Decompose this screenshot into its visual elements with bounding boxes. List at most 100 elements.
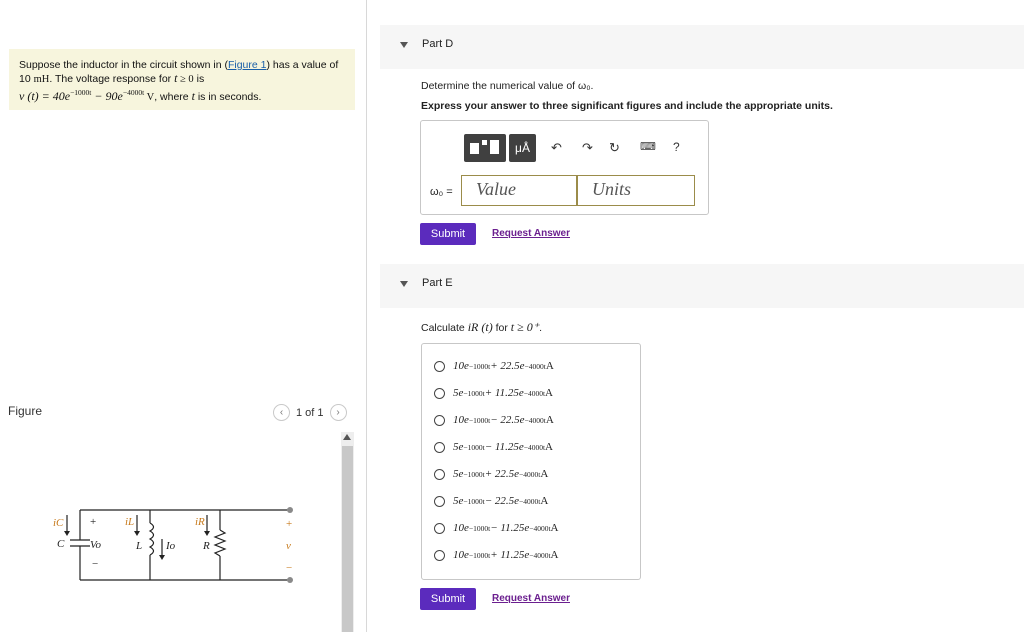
collapse-triangle-icon[interactable] (400, 42, 408, 48)
part-e-submit-button[interactable]: Submit (420, 588, 476, 610)
radio-icon[interactable] (434, 549, 445, 561)
part-d-title: Part D (422, 38, 454, 50)
v-plus-sign: + (286, 518, 292, 530)
exponent: −1000t (468, 415, 491, 425)
units-input[interactable]: Units (577, 175, 695, 206)
choice-unit: A (545, 360, 554, 372)
choice-term: 10e (453, 360, 469, 372)
panel-divider (366, 0, 367, 632)
redo-icon[interactable]: ↷ (582, 140, 593, 156)
ir-arrowhead (204, 531, 210, 536)
part-e-title: Part E (422, 277, 453, 289)
choice-option-1[interactable]: 10e −1000t + 22.5e −4000t A (434, 360, 554, 372)
answer-box: μÅ ↶ ↷ ↻ ⌨ ? ω₀ = Value Units (420, 120, 709, 215)
choice-term: 5e (453, 468, 464, 480)
problem-line-1: Suppose the inductor in the circuit show… (19, 59, 347, 72)
part-e-header[interactable]: Part E (380, 264, 1024, 308)
chevron-left-icon[interactable]: ‹ (273, 404, 290, 421)
resistor-zigzag (213, 529, 227, 557)
undo-icon[interactable]: ↶ (551, 140, 562, 156)
problem-statement: Suppose the inductor in the circuit show… (9, 49, 355, 110)
choice-option-2[interactable]: 5e −1000t + 11.25e −4000t A (434, 387, 553, 399)
value-input[interactable]: Value (461, 175, 577, 206)
choice-unit: A (545, 387, 553, 399)
radio-icon[interactable] (434, 441, 445, 453)
calc-end: . (539, 322, 542, 334)
plus-sign: + (90, 516, 96, 528)
exponent: −1000t (468, 550, 491, 560)
radio-icon[interactable] (434, 468, 445, 480)
choice-option-7[interactable]: 10e −1000t − 11.25e −4000t A (434, 522, 559, 534)
exponent: −1000t (463, 496, 485, 506)
radio-icon[interactable] (434, 387, 445, 399)
calc-text: Calculate (421, 322, 465, 334)
choice-option-3[interactable]: 10e −1000t − 22.5e −4000t A (434, 414, 554, 426)
choice-term: 5e (453, 387, 464, 399)
radio-icon[interactable] (434, 522, 445, 534)
choice-term: − 11.25e (484, 441, 524, 453)
calc-cond: t ≥ 0⁺ (510, 320, 540, 334)
choice-term: − 22.5e (490, 414, 525, 426)
problem-line-2: 10 mH. The voltage response for t ≥ 0 is (19, 72, 347, 86)
exponent: −4000t (524, 415, 546, 425)
problem-text: . The voltage response for (49, 73, 175, 85)
il-arrowhead (134, 531, 140, 536)
scroll-up-icon[interactable] (343, 434, 351, 440)
exponent: −1000t (468, 523, 491, 533)
part-d-submit-button[interactable]: Submit (420, 223, 476, 245)
figure-scrollbar[interactable] (341, 432, 354, 632)
inductor-coil (148, 522, 155, 556)
choice-term: − 11.25e (490, 522, 530, 534)
terminal-bottom (287, 577, 293, 583)
radio-icon[interactable] (434, 414, 445, 426)
exponent: −1000t (70, 88, 92, 97)
choice-option-6[interactable]: 5e −1000t − 22.5e −4000t A (434, 495, 548, 507)
choice-term: + 22.5e (490, 360, 525, 372)
condition: ≥ 0 (177, 74, 194, 85)
choice-list: 10e −1000t + 22.5e −4000t A 5e −1000t + 11.… (421, 343, 641, 580)
part-d-request-answer-link[interactable]: Request Answer (492, 228, 570, 239)
exponent: −4000t (529, 523, 551, 533)
reset-icon[interactable]: ↻ (609, 140, 620, 156)
problem-text: is (193, 73, 205, 85)
exponent: −4000t (519, 496, 541, 506)
radio-icon[interactable] (434, 360, 445, 372)
choice-term: 10e (453, 522, 469, 534)
problem-text: 10 (19, 73, 34, 85)
choice-option-5[interactable]: 5e −1000t + 22.5e −4000t A (434, 468, 548, 480)
omega-label: ω₀ = (430, 186, 453, 198)
circuit-diagram: iC + C Vo − iL L Io iR R + v − (53, 507, 293, 583)
chevron-right-icon[interactable]: › (329, 404, 347, 421)
keyboard-icon[interactable]: ⌨ (640, 140, 656, 153)
template-icon[interactable] (464, 134, 506, 162)
choice-option-4[interactable]: 5e −1000t − 11.25e −4000t A (434, 441, 553, 453)
voltage-expression: − 90e (91, 89, 123, 103)
r-label: R (202, 540, 210, 552)
part-e-request-answer-link[interactable]: Request Answer (492, 593, 570, 604)
help-button[interactable]: ? (673, 140, 680, 154)
io-label: Io (165, 540, 176, 552)
figure-pager: ‹ 1 of 1 › (273, 404, 347, 421)
part-d-prompt: Determine the numerical value of ω₀. (421, 80, 594, 92)
choice-option-8[interactable]: 10e −1000t + 11.25e −4000t A (434, 549, 559, 561)
part-d-instructions: Express your answer to three significant… (421, 100, 833, 112)
problem-text: ) has a value of (266, 59, 339, 71)
choice-term: 10e (453, 414, 469, 426)
part-e-prompt: Calculate iR (t) for t ≥ 0⁺. (421, 320, 542, 335)
exponent: −4000t (523, 388, 546, 398)
units-button[interactable]: μÅ (509, 134, 536, 162)
figure-link[interactable]: Figure 1 (228, 59, 267, 71)
exponent: −1000t (468, 361, 491, 371)
scroll-thumb[interactable] (342, 446, 353, 632)
choice-term: + 11.25e (490, 549, 530, 561)
problem-line-3: v (t) = 40e−1000t − 90e−4000t V, where t… (19, 86, 347, 104)
part-d-header[interactable]: Part D (380, 25, 1024, 69)
problem-text: is in seconds. (194, 91, 262, 103)
v-label: v (286, 540, 291, 552)
problem-text: , where (154, 91, 192, 103)
collapse-triangle-icon[interactable] (400, 281, 408, 287)
minus-sign: − (92, 558, 98, 570)
choice-term: + 22.5e (484, 468, 520, 480)
choice-term: 5e (453, 441, 464, 453)
radio-icon[interactable] (434, 495, 445, 507)
